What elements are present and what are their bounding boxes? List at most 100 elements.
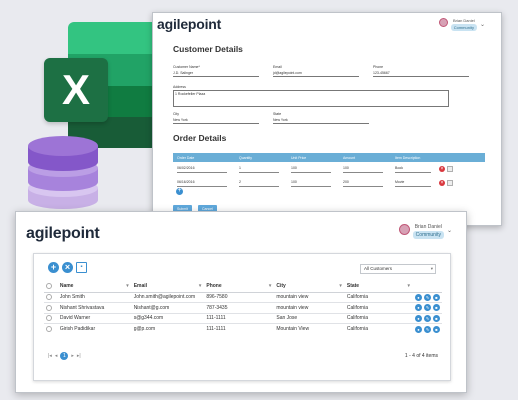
agilepoint-logo: agilepoint — [157, 16, 222, 32]
state-cell: California — [346, 315, 368, 322]
quantity-cell[interactable]: 1 — [239, 166, 279, 173]
order-col-amount: Amount — [343, 155, 356, 160]
delete-icon[interactable]: ■ — [433, 325, 440, 333]
filter-icon[interactable]: ▼ — [338, 283, 342, 288]
view-icon[interactable]: ● — [415, 293, 422, 301]
copy-row-icon[interactable] — [447, 180, 453, 186]
col-name[interactable]: Name ▼ — [58, 281, 132, 292]
delete-icon[interactable]: ■ — [433, 304, 440, 312]
view-icon[interactable]: ● — [415, 325, 422, 333]
order-col-unit-price: Unit Price — [291, 155, 307, 160]
add-icon[interactable]: + — [48, 262, 59, 273]
address-field[interactable]: 1 Rockefeller Plaza — [173, 90, 449, 107]
phone-cell: 787-3435 — [206, 304, 228, 311]
customer-filter-value: All Customers — [364, 266, 393, 271]
item-description-cell[interactable]: Movie — [395, 180, 431, 187]
prev-page-icon[interactable]: ◂ — [55, 353, 58, 359]
delete-row-icon[interactable]: × — [439, 166, 445, 172]
first-page-icon[interactable]: |◂ — [48, 353, 52, 359]
state-field[interactable]: New York — [273, 117, 369, 124]
phone-cell: 111-1111 — [206, 326, 226, 332]
user-role-badge: Community — [412, 231, 444, 239]
order-grid-header: Order Date Quantity Unit Price Amount It… — [173, 153, 485, 162]
filter-icon[interactable]: ▼ — [125, 283, 129, 288]
email-cell: John.smith@agilepoint.com — [133, 294, 196, 301]
col-email[interactable]: Email ▼ — [132, 281, 205, 292]
current-page-button[interactable]: 1 — [60, 352, 69, 360]
edit-icon[interactable]: ✎ — [424, 325, 431, 333]
col-state[interactable]: State ▼ — [345, 281, 413, 292]
order-date-cell[interactable]: 06/16/2016 — [177, 180, 227, 187]
city-label: City — [173, 112, 180, 116]
customer-details-title: Customer Details — [173, 44, 243, 54]
last-page-icon[interactable]: ▸| — [77, 353, 81, 359]
phone-cell: 111-1111 — [206, 315, 226, 322]
row-checkbox[interactable] — [46, 294, 52, 301]
row-checkbox[interactable] — [46, 304, 52, 311]
chevron-down-icon: ⌄ — [446, 228, 452, 234]
state-cell: California — [346, 294, 368, 301]
city-field[interactable]: New York — [173, 117, 259, 124]
excel-letter: X — [61, 66, 90, 113]
col-city[interactable]: City ▼ — [274, 281, 345, 292]
row-actions: ● ✎ ■ — [415, 325, 440, 333]
excel-badge: X — [44, 58, 108, 122]
filter-icon[interactable]: ▼ — [407, 283, 411, 288]
delete-icon[interactable]: ■ — [433, 314, 440, 322]
user-name: Brian Daniel — [452, 18, 475, 23]
city-cell: San Jose — [276, 315, 298, 322]
user-role-badge: Community — [450, 24, 477, 31]
email-field[interactable]: jd@agilepoint.com — [273, 70, 359, 77]
customer-filter-select[interactable]: All Customers ▾ — [360, 264, 436, 274]
user-menu[interactable]: Brian Daniel Community ⌄ — [398, 224, 452, 239]
col-phone[interactable]: Phone ▼ — [204, 281, 274, 292]
delete-icon[interactable]: × — [62, 262, 73, 273]
table-row[interactable]: John Smith John.smith@agilepoint.com 896… — [44, 292, 442, 303]
order-grid: Order Date Quantity Unit Price Amount It… — [173, 153, 485, 190]
next-page-icon[interactable]: ▸ — [71, 353, 74, 359]
save-icon[interactable]: ▪ — [76, 262, 87, 273]
phone-cell: 896-7580 — [206, 294, 228, 301]
table-row[interactable]: David Warner s@g344.com 111-1111 San Jos… — [44, 313, 442, 324]
chevron-down-icon: ▾ — [430, 266, 433, 271]
item-description-cell[interactable]: Book — [395, 166, 431, 173]
name-cell: Girish Padidikar — [59, 326, 96, 332]
amount-cell[interactable]: 100 — [343, 166, 383, 173]
order-date-cell[interactable]: 06/02/2016 — [177, 166, 227, 173]
filter-icon[interactable]: ▼ — [198, 283, 202, 288]
select-all-checkbox[interactable] — [46, 283, 52, 290]
phone-field[interactable]: 123-45667 — [373, 70, 469, 77]
unit-price-cell[interactable]: 100 — [291, 166, 331, 173]
address-label: Address — [173, 85, 186, 89]
delete-row-icon[interactable]: × — [439, 180, 445, 186]
order-col-date: Order Date — [177, 155, 195, 160]
view-icon[interactable]: ● — [415, 304, 422, 312]
filter-icon[interactable]: ▼ — [268, 283, 272, 288]
customer-name-field[interactable]: J.D. Salinger — [173, 70, 259, 77]
delete-icon[interactable]: ■ — [433, 293, 440, 301]
state-cell: California — [346, 326, 368, 332]
name-cell: David Warner — [59, 315, 91, 322]
unit-price-cell[interactable]: 100 — [291, 180, 331, 187]
agilepoint-logo: agilepoint — [26, 225, 100, 242]
user-menu[interactable]: Brian Daniel Community ⌄ — [438, 18, 485, 31]
edit-icon[interactable]: ✎ — [424, 293, 431, 301]
order-col-quantity: Quantity — [239, 155, 253, 160]
amount-cell[interactable]: 200 — [343, 180, 383, 187]
copy-row-icon[interactable] — [447, 166, 453, 172]
edit-icon[interactable]: ✎ — [424, 314, 431, 322]
email-cell: Nishant@g.com — [133, 304, 170, 311]
edit-icon[interactable]: ✎ — [424, 304, 431, 312]
add-row-button[interactable]: + — [176, 187, 183, 195]
row-checkbox[interactable] — [46, 325, 52, 332]
pagination: |◂ ◂ 1 ▸ ▸| — [48, 352, 81, 360]
customer-table: Name ▼ Email ▼ Phone ▼ City ▼ State ▼ John Sm… — [44, 281, 442, 334]
view-icon[interactable]: ● — [415, 314, 422, 322]
phone-label: Phone — [373, 65, 384, 69]
row-actions: ● ✎ ■ — [415, 304, 440, 312]
row-checkbox[interactable] — [46, 315, 52, 322]
table-row[interactable]: Girish Padidikar g@p.com 111-1111 Mounta… — [44, 323, 442, 335]
name-cell: Nishant Shrivastava — [59, 304, 105, 311]
quantity-cell[interactable]: 2 — [239, 180, 279, 187]
table-row[interactable]: Nishant Shrivastava Nishant@g.com 787-34… — [44, 302, 442, 314]
